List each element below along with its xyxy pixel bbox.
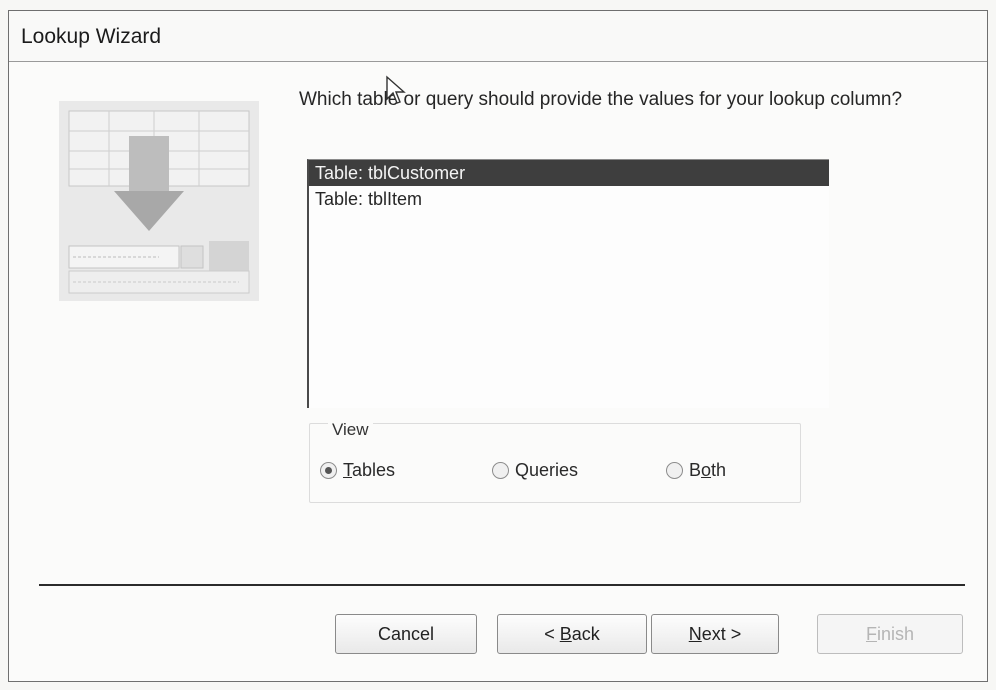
- back-button[interactable]: < Back: [497, 614, 647, 654]
- radio-tables[interactable]: Tables: [320, 458, 395, 482]
- radio-tables-label: Tables: [343, 459, 396, 480]
- next-button[interactable]: Next >: [651, 614, 779, 654]
- view-group: View Tables Queries Both: [309, 420, 801, 503]
- table-query-listbox[interactable]: Table: tblCustomer Table: tblItem: [307, 159, 829, 408]
- radio-both[interactable]: Both: [666, 458, 726, 482]
- list-item-tblcustomer[interactable]: Table: tblCustomer: [309, 160, 829, 186]
- lookup-wizard-graphic: [59, 101, 259, 301]
- radio-unchecked-icon: [666, 461, 683, 479]
- radio-queries-label: Queries: [515, 459, 579, 480]
- radio-checked-icon: [320, 461, 337, 479]
- lookup-wizard-window: Lookup Wizard Which table or query shoul…: [8, 10, 988, 682]
- radio-both-label: Both: [689, 459, 727, 480]
- list-item-tblitem[interactable]: Table: tblItem: [309, 186, 829, 212]
- radio-unchecked-icon: [492, 461, 509, 479]
- view-legend: View: [328, 420, 373, 440]
- mouse-pointer-icon: [386, 75, 406, 104]
- cancel-button[interactable]: Cancel: [335, 614, 477, 654]
- finish-button[interactable]: Finish: [817, 614, 963, 654]
- radio-queries[interactable]: Queries: [492, 458, 578, 482]
- button-divider: [39, 584, 965, 586]
- title-bar: Lookup Wizard: [9, 11, 987, 62]
- window-title: Lookup Wizard: [21, 25, 162, 48]
